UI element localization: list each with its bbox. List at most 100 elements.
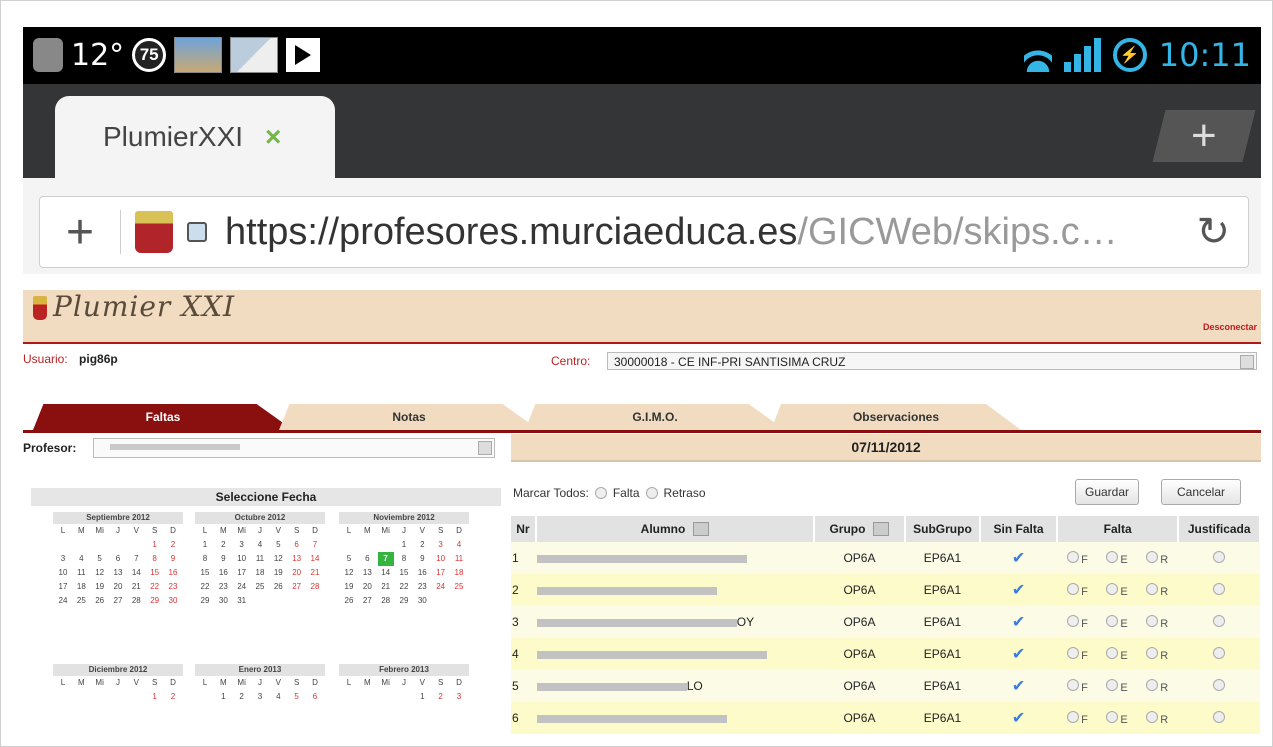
- falta-option[interactable]: R: [1146, 582, 1168, 598]
- calendar-day[interactable]: 20: [110, 580, 126, 594]
- calendar-day[interactable]: 28: [307, 580, 323, 594]
- radio-button[interactable]: [1106, 550, 1119, 563]
- radio-button[interactable]: [1146, 582, 1159, 595]
- justificada-radio[interactable]: [1213, 678, 1226, 691]
- calendar-day[interactable]: 15: [396, 566, 412, 580]
- calendar-day[interactable]: 18: [451, 566, 467, 580]
- falta-option[interactable]: E: [1106, 614, 1128, 630]
- calendar-day[interactable]: 5: [270, 538, 286, 552]
- calendar-day[interactable]: 18: [252, 566, 268, 580]
- calendar-day[interactable]: 29: [396, 594, 412, 608]
- falta-option[interactable]: E: [1106, 582, 1128, 598]
- calendar-day[interactable]: 30: [215, 594, 231, 608]
- calendar-day[interactable]: 6: [110, 552, 126, 566]
- calendar-day[interactable]: 23: [414, 580, 430, 594]
- falta-option[interactable]: R: [1146, 646, 1168, 662]
- calendar-day[interactable]: 6: [359, 552, 375, 566]
- calendar-day[interactable]: 22: [147, 580, 163, 594]
- calendar-day[interactable]: 12: [341, 566, 357, 580]
- calendar-day[interactable]: 29: [197, 594, 213, 608]
- url-bar[interactable]: + https://profesores.murciaeduca.es/GICW…: [39, 196, 1249, 268]
- calendar-day[interactable]: 27: [359, 594, 375, 608]
- tab-observaciones[interactable]: Observaciones: [771, 404, 1021, 430]
- calendar-day[interactable]: 16: [414, 566, 430, 580]
- checkmark-icon[interactable]: ✔: [1012, 710, 1025, 727]
- calendar-day[interactable]: 22: [197, 580, 213, 594]
- calendar-day[interactable]: 16: [215, 566, 231, 580]
- radio-button[interactable]: [1106, 678, 1119, 691]
- checkmark-icon[interactable]: ✔: [1012, 582, 1025, 599]
- calendar-day[interactable]: 8: [396, 552, 412, 566]
- calendar-day[interactable]: 31: [234, 594, 250, 608]
- calendar-day[interactable]: 12: [92, 566, 108, 580]
- radio-button[interactable]: [1067, 550, 1080, 563]
- calendar-day[interactable]: 11: [252, 552, 268, 566]
- calendar-day[interactable]: 8: [147, 552, 163, 566]
- radio-button[interactable]: [1146, 678, 1159, 691]
- calendar-day[interactable]: 19: [270, 566, 286, 580]
- calendar-day[interactable]: 4: [270, 690, 286, 704]
- calendar-day[interactable]: 4: [252, 538, 268, 552]
- tab-notas[interactable]: Notas: [279, 404, 539, 430]
- calendar-day[interactable]: 7: [307, 538, 323, 552]
- justificada-radio[interactable]: [1213, 614, 1226, 627]
- calendar-day[interactable]: 1: [197, 538, 213, 552]
- marcar-retraso-radio[interactable]: [645, 487, 658, 499]
- falta-option[interactable]: E: [1106, 710, 1128, 726]
- falta-option[interactable]: R: [1146, 678, 1168, 694]
- radio-button[interactable]: [1106, 646, 1119, 659]
- falta-option[interactable]: R: [1146, 710, 1168, 726]
- calendar-day[interactable]: 23: [215, 580, 231, 594]
- calendar-day[interactable]: 14: [307, 552, 323, 566]
- tab-faltas[interactable]: Faltas: [33, 404, 293, 430]
- justificada-radio[interactable]: [1213, 646, 1226, 659]
- calendar-day[interactable]: 5: [92, 552, 108, 566]
- calendar-day[interactable]: 13: [289, 552, 305, 566]
- calendar-day[interactable]: 2: [433, 690, 449, 704]
- radio-button[interactable]: [1146, 646, 1159, 659]
- radio-button[interactable]: [1067, 710, 1080, 723]
- calendar-day[interactable]: 3: [252, 690, 268, 704]
- checkmark-icon[interactable]: ✔: [1012, 614, 1025, 631]
- checkmark-icon[interactable]: ✔: [1012, 646, 1025, 663]
- calendar-day[interactable]: 20: [289, 566, 305, 580]
- falta-option[interactable]: F: [1067, 582, 1088, 598]
- calendar-day[interactable]: 1: [147, 538, 163, 552]
- falta-option[interactable]: F: [1067, 710, 1088, 726]
- calendar-day[interactable]: 10: [234, 552, 250, 566]
- profesor-select[interactable]: [93, 438, 495, 458]
- guardar-button[interactable]: Guardar: [1075, 479, 1139, 505]
- sort-icon[interactable]: [873, 522, 890, 537]
- logout-link[interactable]: Desconectar: [1203, 322, 1257, 332]
- radio-button[interactable]: [1067, 614, 1080, 627]
- calendar-day[interactable]: 2: [414, 538, 430, 552]
- calendar-day[interactable]: 10: [55, 566, 71, 580]
- calendar-day[interactable]: 9: [215, 552, 231, 566]
- calendar-day[interactable]: 15: [147, 566, 163, 580]
- calendar-day[interactable]: 1: [396, 538, 412, 552]
- justificada-radio[interactable]: [1213, 550, 1226, 563]
- calendar-day[interactable]: 26: [270, 580, 286, 594]
- marcar-falta-radio[interactable]: [594, 487, 607, 499]
- reload-icon[interactable]: ↻: [1196, 209, 1230, 255]
- calendar-day[interactable]: 13: [359, 566, 375, 580]
- calendar-day[interactable]: 20: [359, 580, 375, 594]
- calendar-day[interactable]: 24: [433, 580, 449, 594]
- calendar-day[interactable]: 21: [378, 580, 394, 594]
- calendar-day[interactable]: 26: [92, 594, 108, 608]
- calendar-day[interactable]: 27: [289, 580, 305, 594]
- calendar-day[interactable]: 10: [433, 552, 449, 566]
- add-icon[interactable]: +: [40, 205, 120, 260]
- calendar-day[interactable]: 12: [270, 552, 286, 566]
- calendar-day[interactable]: 17: [234, 566, 250, 580]
- calendar-day[interactable]: 25: [252, 580, 268, 594]
- radio-button[interactable]: [1067, 678, 1080, 691]
- calendar-day[interactable]: 16: [165, 566, 181, 580]
- calendar-day[interactable]: 2: [165, 690, 181, 704]
- justificada-radio[interactable]: [1213, 710, 1226, 723]
- calendar-day[interactable]: 30: [165, 594, 181, 608]
- calendar-day[interactable]: 15: [197, 566, 213, 580]
- header-grupo[interactable]: Grupo: [814, 516, 906, 542]
- falta-option[interactable]: E: [1106, 646, 1128, 662]
- checkmark-icon[interactable]: ✔: [1012, 678, 1025, 695]
